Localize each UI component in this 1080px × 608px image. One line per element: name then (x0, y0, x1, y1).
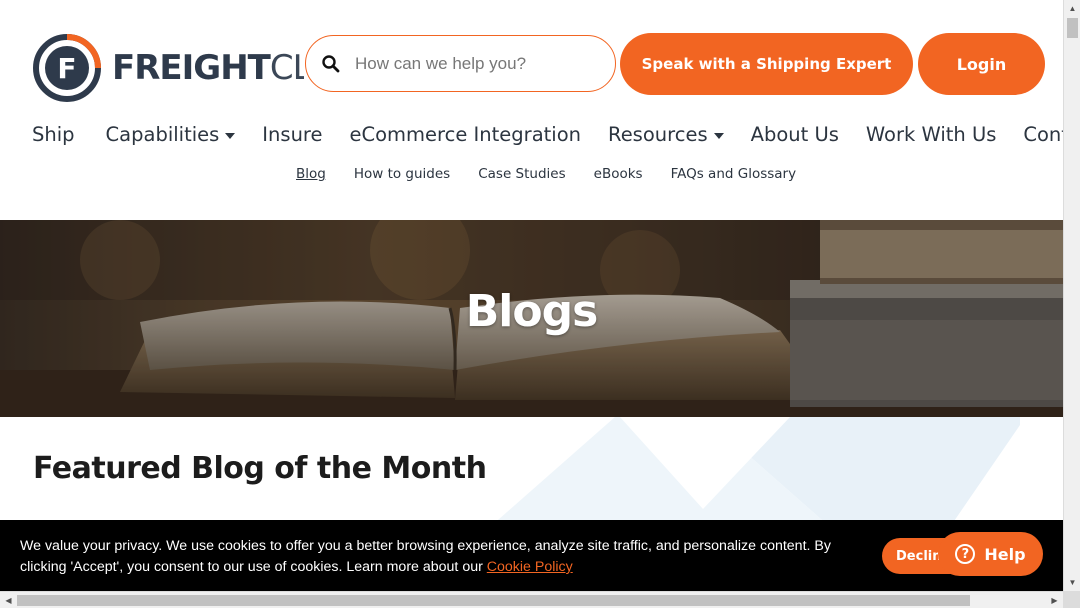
nav-ecommerce-integration[interactable]: eCommerce Integration (350, 123, 582, 146)
subnav-faqs-glossary[interactable]: FAQs and Glossary (671, 166, 797, 182)
nav-resources[interactable]: Resources (608, 123, 724, 146)
nav-about-label: About Us (750, 122, 839, 146)
nav-insure[interactable]: Insure (262, 123, 322, 146)
help-button[interactable]: ? Help (938, 532, 1043, 576)
logo-wordmark-thin: CL (269, 48, 304, 88)
nav-contact[interactable]: Contact (1023, 123, 1063, 146)
freightclub-logo[interactable]: F FREIGHTCL (32, 32, 304, 104)
resources-subnav: Blog How to guides Case Studies eBooks F… (296, 164, 796, 184)
nav-capabilities[interactable]: Capabilities (106, 123, 236, 146)
cookie-consent-text: We value your privacy. We use cookies to… (20, 536, 860, 578)
scroll-down-arrow-icon[interactable]: ▼ (1064, 574, 1080, 591)
subnav-ebooks[interactable]: eBooks (594, 166, 643, 182)
site-search[interactable] (305, 35, 616, 92)
nav-ship-label: Ship (32, 122, 75, 146)
nav-capabilities-label: Capabilities (105, 122, 220, 146)
hero-banner: Blogs (0, 220, 1063, 417)
subnav-blog[interactable]: Blog (296, 166, 326, 182)
main-navigation: Ship Capabilities Insure eCommerce Integ… (32, 118, 1063, 150)
logo-wordmark-bold: FREIGHT (112, 48, 271, 88)
nav-contact-label: Contact (1023, 122, 1063, 146)
logo-wordmark: FREIGHTCL (112, 48, 304, 88)
horizontal-scroll-thumb[interactable] (17, 595, 970, 606)
subnav-case-studies[interactable]: Case Studies (478, 166, 565, 182)
freightclub-logo-icon: F (33, 34, 101, 102)
help-button-label: Help (984, 544, 1026, 564)
nav-about-us[interactable]: About Us (751, 123, 839, 146)
nav-ship[interactable]: Ship (32, 123, 75, 146)
caret-down-icon (713, 132, 724, 139)
featured-blog-heading: Featured Blog of the Month (33, 451, 487, 486)
nav-resources-label: Resources (608, 122, 708, 146)
login-button[interactable]: Login (918, 33, 1045, 95)
logo-letter: F (57, 52, 76, 85)
search-input[interactable] (355, 53, 595, 74)
question-circle-icon: ? (955, 544, 976, 564)
nav-work-label: Work With Us (865, 122, 997, 146)
vertical-scrollbar[interactable]: ▲ ▼ (1063, 0, 1080, 591)
nav-ecommerce-label: eCommerce Integration (349, 122, 582, 146)
hero-title: Blogs (465, 286, 599, 337)
nav-insure-label: Insure (262, 122, 323, 146)
caret-down-icon (225, 132, 236, 139)
scroll-right-arrow-icon[interactable]: ▶ (1046, 592, 1063, 608)
nav-work-with-us[interactable]: Work With Us (866, 123, 996, 146)
vertical-scroll-thumb[interactable] (1067, 18, 1078, 38)
scrollbar-corner (1063, 591, 1080, 608)
cookie-message: We value your privacy. We use cookies to… (20, 538, 831, 575)
speak-with-expert-button[interactable]: Speak with a Shipping Expert (620, 33, 913, 95)
browser-viewport: F FREIGHTCL Speak with a Shipping Expert… (0, 0, 1063, 591)
scroll-up-arrow-icon[interactable]: ▲ (1064, 0, 1080, 17)
horizontal-scrollbar[interactable]: ◀ ▶ (0, 591, 1063, 608)
scroll-left-arrow-icon[interactable]: ◀ (0, 592, 17, 608)
subnav-how-to-guides[interactable]: How to guides (354, 166, 450, 182)
search-icon[interactable] (321, 54, 341, 74)
cookie-policy-link[interactable]: Cookie Policy (487, 559, 573, 575)
